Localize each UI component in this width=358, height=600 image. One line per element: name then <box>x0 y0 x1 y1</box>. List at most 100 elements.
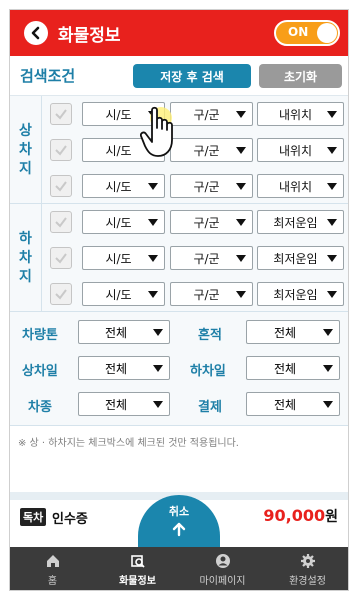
mixed-load-label: 혼적 <box>198 328 222 343</box>
load-section-label: 상 차 지 <box>10 96 42 204</box>
city-select[interactable]: 시/도 <box>82 174 165 198</box>
dropdown-arrow-icon <box>323 364 333 372</box>
nav-home[interactable]: 홈 <box>10 547 95 590</box>
app-frame: 화물정보 ON 검색조건 저장 후 검색 초기화 상 차 지 시/도 구/군 내… <box>9 9 349 591</box>
cargo-price: 90,000원 <box>263 506 338 526</box>
select-value: 최저운임 <box>273 215 318 230</box>
dropdown-arrow-icon <box>148 254 158 262</box>
dropdown-arrow-icon <box>323 400 333 408</box>
district-select[interactable]: 구/군 <box>170 282 253 306</box>
dropdown-arrow-icon <box>327 254 337 262</box>
mixed-load-select[interactable]: 전체 <box>246 320 340 344</box>
district-select[interactable]: 구/군 <box>170 246 253 270</box>
check-icon <box>55 145 67 156</box>
select-value: 내위치 <box>278 107 313 122</box>
city-select[interactable]: 시/도 <box>82 246 165 270</box>
fare-option-select[interactable]: 최저운임 <box>257 282 344 306</box>
nav-my-page[interactable]: 마이페이지 <box>180 547 265 590</box>
unload-location-section: 하 차 지 시/도 구/군 최저운임 시/도 구/군 최저운임 시/도 구/군 … <box>10 204 348 312</box>
district-select[interactable]: 구/군 <box>170 138 253 162</box>
nav-settings[interactable]: 환경설정 <box>265 547 348 590</box>
hand-pointer-icon <box>140 106 173 157</box>
city-select[interactable]: 시/도 <box>82 282 165 306</box>
load-label-char: 지 <box>19 160 32 177</box>
bottom-nav: 홈 화물정보 마이페이지 환경설정 <box>10 547 348 590</box>
dropdown-arrow-icon <box>153 364 163 372</box>
load-day-select[interactable]: 전체 <box>78 356 170 380</box>
reset-button[interactable]: 초기화 <box>259 64 342 88</box>
dropdown-arrow-icon <box>327 290 337 298</box>
back-arrow-icon <box>31 26 40 40</box>
unload-row: 시/도 구/군 최저운임 <box>42 204 348 240</box>
select-value: 시/도 <box>105 179 132 194</box>
toggle-knob <box>317 23 337 43</box>
load-label-char: 상 <box>19 122 32 139</box>
unload-row-checkbox[interactable] <box>50 211 72 233</box>
tonnage-select[interactable]: 전체 <box>78 320 170 344</box>
nav-cargo-info[interactable]: 화물정보 <box>95 547 180 590</box>
fare-option-select[interactable]: 최저운임 <box>257 246 344 270</box>
location-option-select[interactable]: 내위치 <box>257 174 344 198</box>
select-value: 시/도 <box>105 251 132 266</box>
check-icon <box>55 289 67 300</box>
unload-section-label: 하 차 지 <box>10 204 42 312</box>
dropdown-arrow-icon <box>323 328 333 336</box>
fare-option-select[interactable]: 최저운임 <box>257 210 344 234</box>
dropdown-arrow-icon <box>236 218 246 226</box>
location-option-select[interactable]: 내위치 <box>257 102 344 126</box>
load-row-checkbox[interactable] <box>50 139 72 161</box>
district-select[interactable]: 구/군 <box>170 210 253 234</box>
price-unit: 원 <box>325 509 338 525</box>
district-select[interactable]: 구/군 <box>170 102 253 126</box>
toggle-label: ON <box>288 25 309 39</box>
dropdown-arrow-icon <box>148 218 158 226</box>
user-icon <box>215 553 230 568</box>
payment-label: 결제 <box>198 400 222 415</box>
load-row: 시/도 구/군 내위치 <box>42 96 348 132</box>
select-value: 구/군 <box>193 215 220 230</box>
home-icon <box>46 554 59 567</box>
unload-row-checkbox[interactable] <box>50 283 72 305</box>
on-off-toggle[interactable]: ON <box>274 20 340 46</box>
select-value: 전체 <box>273 397 297 412</box>
load-row: 시/도 구/군 내위치 <box>42 168 348 204</box>
load-row-checkbox[interactable] <box>50 103 72 125</box>
back-button[interactable] <box>24 21 48 45</box>
unload-day-select[interactable]: 전체 <box>246 356 340 380</box>
select-value: 전체 <box>104 361 128 376</box>
dropdown-arrow-icon <box>236 290 246 298</box>
car-type-select[interactable]: 전체 <box>78 392 170 416</box>
dropdown-arrow-icon <box>327 146 337 154</box>
filter-row: 차종 전체 결제 전체 <box>10 386 348 422</box>
unload-row-checkbox[interactable] <box>50 247 72 269</box>
dropdown-arrow-icon <box>148 182 158 190</box>
dropdown-arrow-icon <box>236 182 246 190</box>
select-value: 시/도 <box>105 215 132 230</box>
select-value: 전체 <box>104 325 128 340</box>
cargo-receipt-label: 인수증 <box>52 512 88 527</box>
dropdown-arrow-icon <box>327 182 337 190</box>
unload-label-char: 지 <box>19 268 32 285</box>
nav-label: 마이페이지 <box>199 575 246 587</box>
load-label-char: 차 <box>19 141 32 158</box>
save-and-search-button[interactable]: 저장 후 검색 <box>133 64 251 88</box>
checkbox-notice: ※ 상 · 하차지는 체크박스에 체크된 것만 적용됩니다. <box>18 438 239 449</box>
city-select[interactable]: 시/도 <box>82 210 165 234</box>
payment-select[interactable]: 전체 <box>246 392 340 416</box>
check-icon <box>55 109 67 120</box>
location-option-select[interactable]: 내위치 <box>257 138 344 162</box>
select-value: 구/군 <box>193 179 220 194</box>
select-value: 구/군 <box>193 251 220 266</box>
district-select[interactable]: 구/군 <box>170 174 253 198</box>
gear-icon <box>300 553 315 568</box>
header: 화물정보 ON <box>10 10 348 56</box>
unload-row: 시/도 구/군 최저운임 <box>42 276 348 312</box>
load-row-checkbox[interactable] <box>50 175 72 197</box>
cargo-search-icon <box>130 554 145 568</box>
unload-label-char: 차 <box>19 249 32 266</box>
nav-label: 환경설정 <box>289 575 326 587</box>
unload-row: 시/도 구/군 최저운임 <box>42 240 348 276</box>
dropdown-arrow-icon <box>236 254 246 262</box>
select-value: 내위치 <box>278 143 313 158</box>
search-condition-bar: 검색조건 저장 후 검색 초기화 <box>10 56 348 96</box>
